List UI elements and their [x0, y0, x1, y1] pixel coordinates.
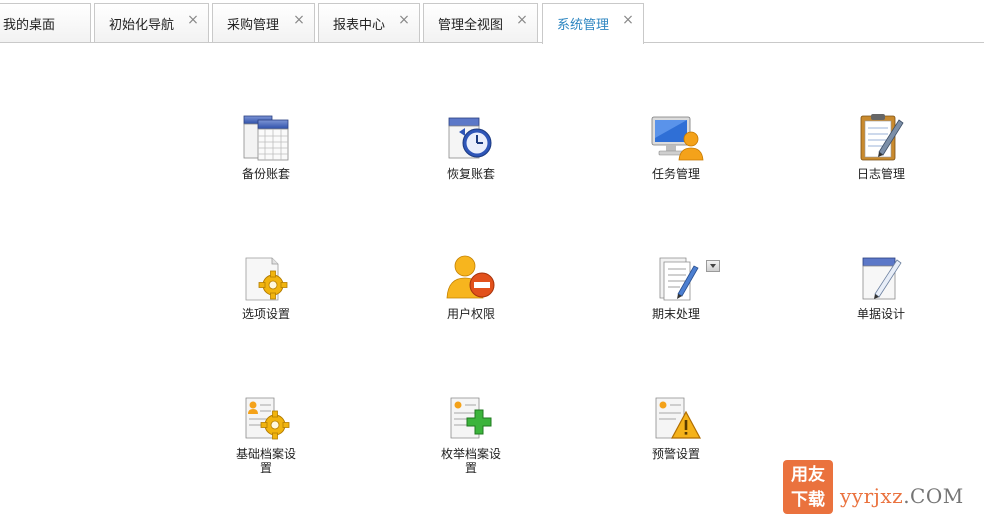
options-settings-icon [245, 257, 288, 301]
backup-account-icon [243, 115, 289, 161]
close-icon[interactable]: × [621, 13, 635, 27]
item-label: 枚举档案设置 [440, 447, 501, 475]
close-icon[interactable]: × [292, 13, 306, 27]
log-management-icon [860, 114, 904, 161]
close-icon[interactable]: × [515, 13, 529, 27]
close-icon[interactable]: × [397, 13, 411, 27]
tab-label: 报表中心 [333, 18, 386, 33]
tab-purchase[interactable]: 采购管理 × [212, 3, 315, 42]
tab-bar: 我的桌面 初始化导航 × 采购管理 × 报表中心 × 管理全视图 × 系统管理 … [0, 0, 984, 44]
enum-archive-item[interactable]: 枚举档案设置 [426, 392, 516, 475]
tab-label: 我的桌面 [3, 18, 56, 33]
period-end-dropdown-button[interactable] [706, 260, 720, 272]
task-management-icon [651, 116, 704, 161]
item-label: 基础档案设置 [235, 447, 296, 475]
tab-init-nav[interactable]: 初始化导航 × [94, 3, 209, 42]
basic-archive-item[interactable]: 基础档案设置 [221, 392, 311, 475]
tab-my-desktop[interactable]: 我的桌面 [0, 3, 91, 42]
task-management-item[interactable]: 任务管理 [631, 112, 721, 181]
basic-archive-icon [245, 397, 290, 440]
log-management-item[interactable]: 日志管理 [836, 112, 926, 181]
watermark-site: yyrjxz.COM [840, 484, 964, 508]
watermark-logo-bottom: 下载 [791, 490, 825, 510]
period-end-icon [659, 257, 699, 301]
tab-label: 系统管理 [557, 18, 610, 33]
watermark-logo-top: 用友 [791, 465, 825, 485]
item-label: 用户权限 [446, 307, 495, 321]
tab-label: 管理全视图 [438, 18, 504, 33]
restore-account-item[interactable]: 恢复账套 [426, 112, 516, 181]
enum-archive-icon [450, 397, 492, 439]
tab-bar-baseline [0, 42, 984, 43]
tab-report-center[interactable]: 报表中心 × [318, 3, 420, 42]
warning-settings-item[interactable]: 预警设置 [631, 392, 721, 461]
item-label: 期末处理 [651, 307, 700, 321]
user-permission-item[interactable]: 用户权限 [426, 252, 516, 321]
tab-label: 初始化导航 [109, 18, 175, 33]
watermark-site-suffix: .COM [903, 484, 964, 508]
item-label: 恢复账套 [446, 167, 495, 181]
tab-system-management[interactable]: 系统管理 × [542, 3, 644, 44]
user-permission-icon [446, 255, 495, 299]
item-label: 备份账套 [241, 167, 290, 181]
document-design-icon [862, 257, 902, 300]
options-settings-item[interactable]: 选项设置 [221, 252, 311, 321]
item-label: 任务管理 [651, 167, 700, 181]
item-label: 单据设计 [856, 307, 905, 321]
item-label: 日志管理 [856, 167, 905, 181]
item-label: 预警设置 [651, 447, 700, 461]
watermark-logo: 用友 下载 [783, 460, 833, 514]
document-design-item[interactable]: 单据设计 [836, 252, 926, 321]
close-icon[interactable]: × [186, 13, 200, 27]
item-label: 选项设置 [241, 307, 290, 321]
restore-account-icon [448, 117, 492, 159]
backup-account-item[interactable]: 备份账套 [221, 112, 311, 181]
warning-settings-icon [655, 397, 702, 439]
tab-management-overview[interactable]: 管理全视图 × [423, 3, 538, 42]
watermark-site-name: yyrjxz [840, 484, 904, 508]
tab-label: 采购管理 [227, 18, 280, 33]
